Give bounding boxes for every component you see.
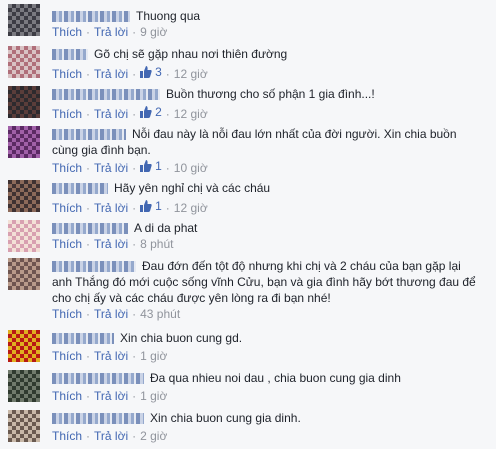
comment-text: Đa qua nhieu noi dau , chia buon cung gi… [150,371,401,385]
comment-actions: Thích · Trả lời · 9 giờ [52,25,168,39]
like-link[interactable]: Thích [52,67,82,81]
comment-actions: Thích · Trả lời · 2 · 12 giờ [52,104,208,121]
like-count[interactable]: 3 [140,64,162,80]
reply-link[interactable]: Trả lời [94,161,128,175]
reply-link[interactable]: Trả lời [94,25,128,39]
avatar[interactable] [8,180,40,212]
comment-body: Đau đớn đến tột độ nhưng khi chị và 2 ch… [52,258,480,306]
thumbs-up-icon [140,106,152,118]
comment-body: Nỗi đau này là nỗi đau lớn nhất của đời … [52,126,480,158]
like-link[interactable]: Thích [52,161,82,175]
commenter-name[interactable] [52,373,144,385]
comment-actions: Thích · Trả lời · 43 phút [52,307,181,321]
commenter-name[interactable] [52,413,144,425]
reply-link[interactable]: Trả lời [94,67,128,81]
comment-body: Gõ chị sẽ gặp nhau nơi thiên đường [52,46,480,62]
like-link[interactable]: Thích [52,201,82,215]
reply-link[interactable]: Trả lời [94,107,128,121]
avatar[interactable] [8,46,40,78]
avatar[interactable] [8,330,40,362]
timestamp[interactable]: 43 phút [140,307,180,321]
reply-link[interactable]: Trả lời [94,349,128,363]
timestamp[interactable]: 10 giờ [174,161,208,175]
avatar[interactable] [8,410,40,442]
comment-actions: Thích · Trả lời · 1 · 10 giờ [52,158,208,175]
comment-body: Đa qua nhieu noi dau , chia buon cung gi… [52,370,480,386]
commenter-name[interactable] [52,49,88,61]
avatar[interactable] [8,258,40,290]
timestamp[interactable]: 8 phút [140,237,173,251]
comment-actions: Thích · Trả lời · 2 giờ [52,429,168,443]
reply-link[interactable]: Trả lời [94,389,128,403]
comment-body: Xin chia buon cung gia dinh. [52,410,480,426]
commenter-name[interactable] [52,333,114,345]
like-link[interactable]: Thích [52,237,82,251]
like-link[interactable]: Thích [52,25,82,39]
commenter-name[interactable] [52,223,128,235]
timestamp[interactable]: 12 giờ [174,201,208,215]
like-link[interactable]: Thích [52,349,82,363]
timestamp[interactable]: 9 giờ [140,25,167,39]
like-count[interactable]: 1 [140,198,162,214]
like-link[interactable]: Thích [52,429,82,443]
comment-text: Xin chia buon cung gia dinh. [150,411,301,425]
reply-link[interactable]: Trả lời [94,201,128,215]
comment-actions: Thích · Trả lời · 1 · 12 giờ [52,198,208,215]
commenter-name[interactable] [52,261,136,273]
avatar[interactable] [8,370,40,402]
like-count-value: 1 [155,159,162,173]
timestamp[interactable]: 12 giờ [174,67,208,81]
reply-link[interactable]: Trả lời [94,429,128,443]
comment-actions: Thích · Trả lời · 3 · 12 giờ [52,64,208,81]
thumbs-up-icon [140,66,152,78]
like-count[interactable]: 1 [140,158,162,174]
timestamp[interactable]: 12 giờ [174,107,208,121]
commenter-name[interactable] [52,89,160,101]
comment-body: Xin chia buon cung gd. [52,330,480,346]
comment-text: Thuong qua [136,9,201,23]
timestamp[interactable]: 1 giờ [140,349,167,363]
comment-actions: Thích · Trả lời · 8 phút [52,237,174,251]
reply-link[interactable]: Trả lời [94,237,128,251]
comment-body: Thuong qua [52,8,480,24]
timestamp[interactable]: 1 giờ [140,389,167,403]
timestamp[interactable]: 2 giờ [140,429,167,443]
reply-link[interactable]: Trả lời [94,307,128,321]
like-link[interactable]: Thích [52,107,82,121]
avatar[interactable] [8,126,40,158]
comment-actions: Thích · Trả lời · 1 giờ [52,389,168,403]
commenter-name[interactable] [52,129,126,141]
like-count-value: 1 [155,199,162,213]
comment-body: A di da phat [52,220,480,236]
thumbs-up-icon [140,200,152,212]
like-count-value: 2 [155,105,162,119]
comment-body: Hãy yên nghỉ chị và các cháu [52,180,480,196]
thumbs-up-icon [140,160,152,172]
comment-text: Hãy yên nghỉ chị và các cháu [114,181,271,195]
avatar[interactable] [8,4,40,36]
comment-text: Xin chia buon cung gd. [120,331,243,345]
like-link[interactable]: Thích [52,307,82,321]
avatar[interactable] [8,220,40,252]
commenter-name[interactable] [52,11,130,23]
comment-text: Gõ chị sẽ gặp nhau nơi thiên đường [94,47,288,61]
like-count[interactable]: 2 [140,104,162,120]
avatar[interactable] [8,86,40,118]
like-count-value: 3 [155,65,162,79]
like-link[interactable]: Thích [52,389,82,403]
comment-text: Buồn thương cho số phận 1 gia đình...! [166,87,375,101]
commenter-name[interactable] [52,183,108,195]
comment-body: Buồn thương cho số phận 1 gia đình...! [52,86,480,102]
comment-actions: Thích · Trả lời · 1 giờ [52,349,168,363]
comment-text: A di da phat [134,221,198,235]
